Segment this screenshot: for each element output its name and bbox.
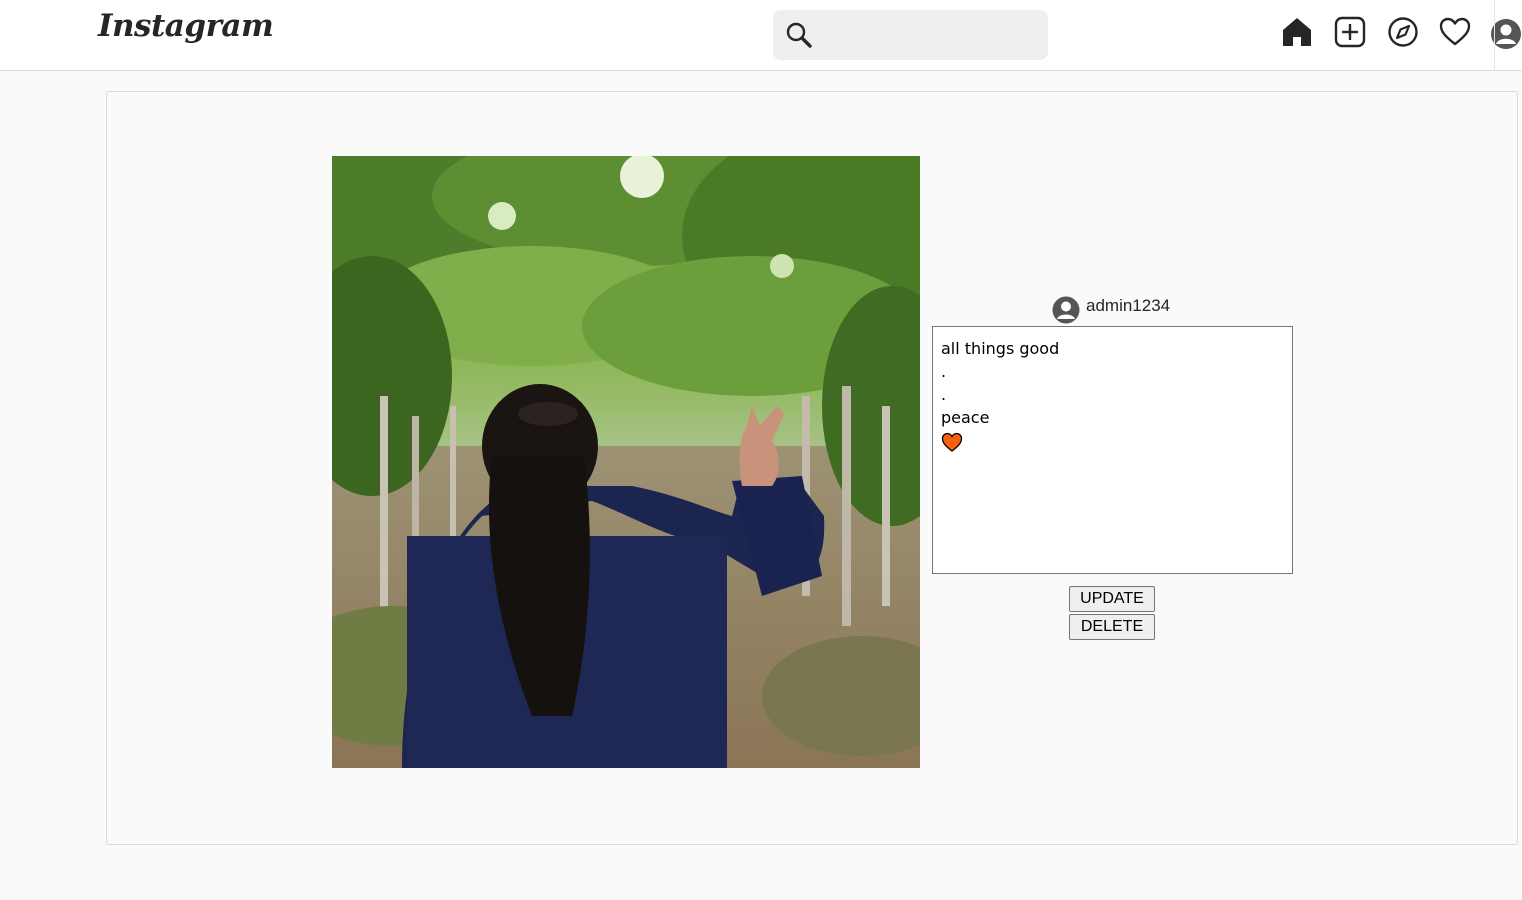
author-username[interactable]: admin1234 [1086, 296, 1170, 316]
orange-heart-icon [941, 432, 963, 452]
caption-textarea[interactable]: all things good . . peace [932, 326, 1293, 574]
caption-line-1: all things good [941, 339, 1060, 358]
search-input[interactable] [821, 18, 1040, 54]
caption-line-2: . [941, 362, 947, 381]
activity-heart-icon[interactable] [1438, 15, 1472, 49]
caption-line-3: . [941, 385, 947, 404]
search-bar[interactable] [773, 10, 1048, 60]
post-photo [332, 156, 920, 768]
caption-line-4: peace [941, 408, 990, 427]
update-button[interactable]: UPDATE [1069, 586, 1155, 612]
delete-button[interactable]: DELETE [1069, 614, 1155, 640]
home-icon[interactable] [1280, 15, 1314, 49]
explore-icon[interactable] [1386, 15, 1420, 49]
search-icon [785, 21, 813, 49]
new-post-icon[interactable] [1333, 15, 1367, 49]
top-navigation-bar: Instagram [0, 0, 1522, 71]
user-avatar-icon[interactable] [1052, 296, 1080, 324]
header-divider [1494, 0, 1495, 71]
instagram-logo[interactable]: Instagram [98, 8, 274, 44]
